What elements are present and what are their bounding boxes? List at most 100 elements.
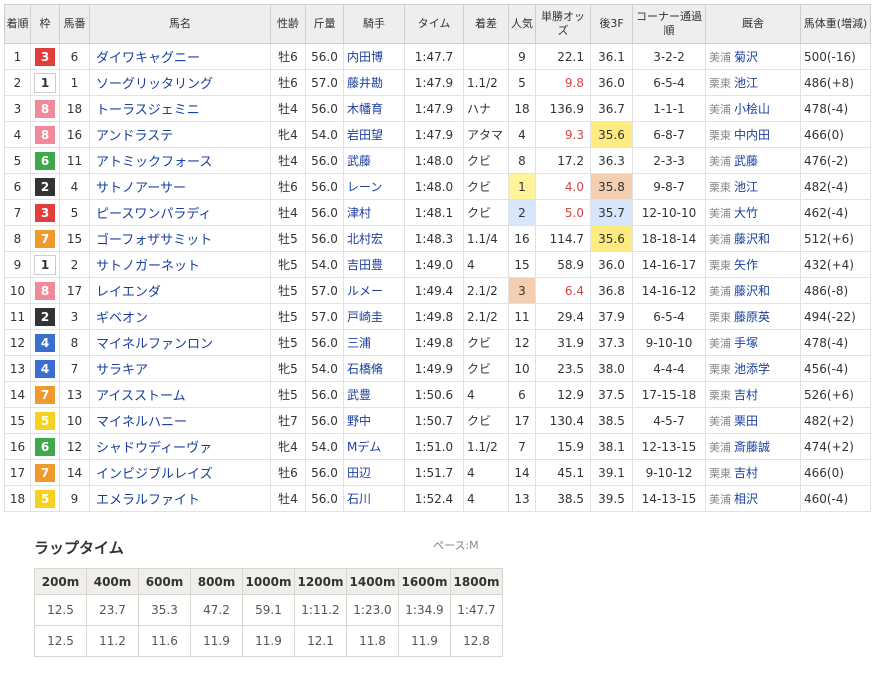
jockey-link[interactable]: 北村宏 [343,225,405,252]
jockey-link[interactable]: 石橋脩 [343,355,405,382]
horse-name-link[interactable]: サラキア [89,355,271,382]
horse-name-link[interactable]: サトノアーサー [89,173,271,200]
result-row: 5 6 11 アトミックフォース 牡4 56.0 武藤 1:48.0 クビ 8 17.2 36.3 2-… [4,147,871,174]
last3f-cell: 36.8 [590,277,633,304]
trainer-link[interactable]: 菊沢 [734,50,758,64]
horse-name-link[interactable]: シャドウディーヴァ [89,433,271,460]
time-cell: 1:47.9 [404,69,464,96]
trainer-link[interactable]: 吉村 [734,466,758,480]
header-odds[interactable]: 単勝オッズ [535,4,591,44]
jockey-link[interactable]: レーン [343,173,405,200]
jockey-link[interactable]: 武藤 [343,147,405,174]
stable-affiliation: 美浦 [709,233,731,246]
trainer-link[interactable]: 手塚 [734,336,758,350]
trainer-link[interactable]: 池江 [734,76,758,90]
frame-cell: 1 [30,251,60,278]
rank-cell: 7 [4,199,31,226]
lap-cumulative-cell: 47.2 [190,594,243,626]
sex-age-cell: 牡5 [270,225,306,252]
time-cell: 1:47.7 [404,43,464,70]
last3f-cell: 37.5 [590,381,633,408]
jockey-link[interactable]: 石川 [343,485,405,512]
lap-split-cell: 11.2 [86,625,139,657]
jockey-link[interactable]: 田辺 [343,459,405,486]
sex-age-cell: 牡4 [270,199,306,226]
weight-cell: 56.0 [305,329,344,356]
horse-name-link[interactable]: マイネルファンロン [89,329,271,356]
header-margin[interactable]: 着差 [463,4,509,44]
horse-name-link[interactable]: ソーグリッタリング [89,69,271,96]
horse-name-link[interactable]: エメラルファイト [89,485,271,512]
trainer-link[interactable]: 栗田 [734,414,758,428]
lap-cumulative-cell: 23.7 [86,594,139,626]
jockey-link[interactable]: 戸崎圭 [343,303,405,330]
jockey-link[interactable]: 野中 [343,407,405,434]
popularity-cell: 13 [508,485,536,512]
margin-cell: 4 [463,251,509,278]
last3f-cell: 35.6 [590,121,633,148]
jockey-link[interactable]: 木幡育 [343,95,405,122]
jockey-link[interactable]: 吉田豊 [343,251,405,278]
body-weight-cell: 462(-4) [800,199,871,226]
trainer-link[interactable]: 矢作 [734,258,758,272]
rank-cell: 3 [4,95,31,122]
horse-name-link[interactable]: マイネルハニー [89,407,271,434]
jockey-link[interactable]: 津村 [343,199,405,226]
header-frame[interactable]: 枠 [30,4,60,44]
horse-number-cell: 14 [59,459,90,486]
trainer-link[interactable]: 藤沢和 [734,232,770,246]
header-rank[interactable]: 着順 [4,4,31,44]
jockey-link[interactable]: Mデム [343,433,405,460]
horse-name-link[interactable]: ゴーフォザサミット [89,225,271,252]
body-weight-cell: 466(0) [800,121,871,148]
horse-name-link[interactable]: レイエンダ [89,277,271,304]
horse-name-link[interactable]: ダイワキャグニー [89,43,271,70]
trainer-link[interactable]: 斎藤誠 [734,440,770,454]
jockey-link[interactable]: ルメー [343,277,405,304]
horse-name-link[interactable]: アンドラステ [89,121,271,148]
header-horse[interactable]: 馬名 [89,4,271,44]
horse-name-link[interactable]: ギベオン [89,303,271,330]
trainer-link[interactable]: 藤沢和 [734,284,770,298]
margin-cell: 1.1/4 [463,225,509,252]
trainer-link[interactable]: 武藤 [734,154,758,168]
jockey-link[interactable]: 岩田望 [343,121,405,148]
trainer-link[interactable]: 吉村 [734,388,758,402]
header-weight[interactable]: 斤量 [305,4,344,44]
jockey-link[interactable]: 三浦 [343,329,405,356]
jockey-link[interactable]: 藤井勘 [343,69,405,96]
pace-label: ペース:M [433,539,479,552]
horse-name-link[interactable]: サトノガーネット [89,251,271,278]
header-stable[interactable]: 厩舎 [705,4,801,44]
horse-name-link[interactable]: トーラスジェミニ [89,95,271,122]
horse-name-link[interactable]: インビジブルレイズ [89,459,271,486]
trainer-link[interactable]: 小桧山 [734,102,770,116]
header-last3f[interactable]: 後3F [590,4,633,44]
horse-name-link[interactable]: ピースワンパラディ [89,199,271,226]
weight-cell: 54.0 [305,355,344,382]
header-time[interactable]: タイム [404,4,464,44]
header-num[interactable]: 馬番 [59,4,90,44]
trainer-link[interactable]: 池江 [734,180,758,194]
jockey-link[interactable]: 武豊 [343,381,405,408]
trainer-link[interactable]: 池添学 [734,362,770,376]
corner-cell: 17-15-18 [632,381,706,408]
header-body-weight[interactable]: 馬体重(増減) [800,4,871,44]
trainer-link[interactable]: 相沢 [734,492,758,506]
stable-affiliation: 栗東 [709,181,731,194]
jockey-link[interactable]: 内田博 [343,43,405,70]
odds-cell: 31.9 [535,329,591,356]
header-sex-age[interactable]: 性齢 [270,4,306,44]
time-cell: 1:48.0 [404,173,464,200]
trainer-link[interactable]: 中内田 [734,128,770,142]
header-corner[interactable]: コーナー通過順 [632,4,706,44]
header-popularity[interactable]: 人気 [508,4,536,44]
popularity-cell: 16 [508,225,536,252]
header-jockey[interactable]: 騎手 [343,4,405,44]
horse-name-link[interactable]: アイスストーム [89,381,271,408]
trainer-link[interactable]: 大竹 [734,206,758,220]
frame-cell: 7 [30,225,60,252]
trainer-link[interactable]: 藤原英 [734,310,770,324]
stable-cell: 美浦 栗田 [705,407,801,434]
horse-name-link[interactable]: アトミックフォース [89,147,271,174]
